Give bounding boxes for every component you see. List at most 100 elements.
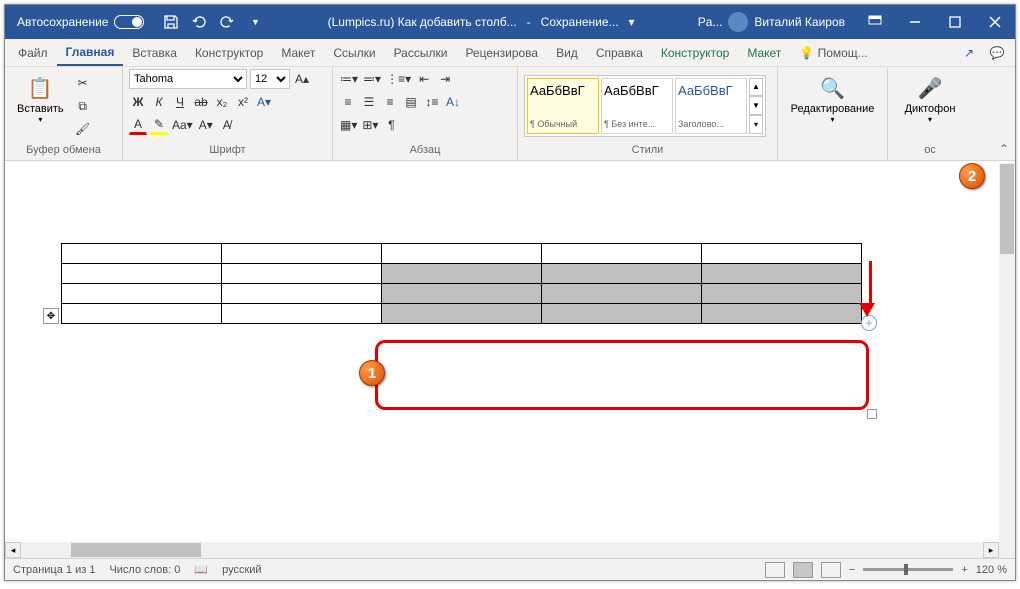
text-effects-icon[interactable]: A▾ [255,92,273,112]
undo-icon[interactable] [190,13,208,31]
tab-layout[interactable]: Макет [272,41,324,65]
saving-status: Сохранение... [541,15,619,29]
tab-review[interactable]: Рецензирова [456,41,547,65]
avatar-icon[interactable] [728,12,748,32]
callout-marker-2: 2 [959,163,985,189]
maximize-button[interactable] [935,5,975,39]
annotation-arrow [865,261,875,317]
shrink-font-icon[interactable]: A▾ [197,115,215,135]
close-button[interactable] [975,5,1015,39]
borders-icon[interactable]: ⊞▾ [361,115,379,135]
group-font-label: Шрифт [129,142,326,160]
justify-icon[interactable]: ▤ [402,92,420,112]
highlight-icon[interactable]: ✎ [150,115,168,135]
ribbon-display-icon[interactable] [855,5,895,39]
page-indicator[interactable]: Страница 1 из 1 [13,564,95,576]
styles-up-icon[interactable]: ▲ [749,78,763,97]
print-layout-icon[interactable] [793,562,813,578]
superscript-button[interactable]: x² [234,92,252,112]
add-column-icon[interactable]: + [861,315,877,331]
style-no-spacing[interactable]: АаБбВвГ¶ Без инте... [601,78,673,134]
paste-button[interactable]: 📋 Вставить▾ [11,69,70,128]
tab-table-layout[interactable]: Макет [738,41,790,65]
bullets-icon[interactable]: ≔▾ [339,69,359,89]
autosave-toggle[interactable]: Автосохранение [5,15,152,29]
tab-insert[interactable]: Вставка [123,41,186,65]
strike-button[interactable]: ab [192,92,210,112]
app-name-short: Pa... [698,15,723,29]
group-styles-label: Стили [524,142,771,160]
bold-button[interactable]: Ж [129,92,147,112]
zoom-in-button[interactable]: + [961,564,967,576]
align-left-icon[interactable]: ≡ [339,92,357,112]
comments-icon[interactable]: 💬 [983,41,1011,65]
minimize-button[interactable] [895,5,935,39]
word-count[interactable]: Число слов: 0 [109,564,180,576]
sort-icon[interactable]: A↓ [444,92,462,112]
multilevel-icon[interactable]: ⋮≡▾ [385,69,412,89]
table-move-handle-icon[interactable]: ✥ [43,308,59,324]
styles-down-icon[interactable]: ▼ [749,96,763,115]
scroll-left-icon[interactable]: ◂ [5,542,21,558]
tab-view[interactable]: Вид [547,41,587,65]
shading-icon[interactable]: ▦▾ [339,115,358,135]
annotation-selection-box [375,340,869,410]
ribbon-tabs: Файл Главная Вставка Конструктор Макет С… [5,39,1015,67]
numbering-icon[interactable]: ≕▾ [362,69,382,89]
font-size-combo[interactable]: 12 [250,69,290,89]
styles-more-icon[interactable]: ▾ [749,115,763,134]
tab-table-design[interactable]: Конструктор [652,41,738,65]
ribbon: 📋 Вставить▾ ✂ ⧉ 🖌 Буфер обмена Tahoma 12… [5,67,1015,161]
save-icon[interactable] [162,13,180,31]
underline-button[interactable]: Ч [171,92,189,112]
clear-formatting-icon[interactable]: A̸ [218,115,236,135]
editing-button[interactable]: 🔍 Редактирование▾ [785,69,881,128]
format-painter-icon[interactable]: 🖌 [74,119,92,139]
italic-button[interactable]: К [150,92,168,112]
vertical-scrollbar[interactable] [999,163,1015,558]
tab-file[interactable]: Файл [9,41,57,65]
grow-font-icon[interactable]: A▴ [293,69,311,89]
tab-home[interactable]: Главная [57,40,124,66]
share-icon[interactable]: ↗ [955,41,983,65]
web-layout-icon[interactable] [821,562,841,578]
horizontal-scrollbar[interactable]: ◂ ▸ [5,542,999,558]
clipboard-icon: 📋 [25,73,55,103]
styles-gallery[interactable]: АаБбВвГ¶ Обычный АаБбВвГ¶ Без инте... Аа… [524,75,766,137]
tab-mailings[interactable]: Рассылки [385,41,457,65]
font-name-combo[interactable]: Tahoma [129,69,247,89]
zoom-slider[interactable] [863,568,953,571]
increase-indent-icon[interactable]: ⇥ [436,69,454,89]
table-resize-handle-icon[interactable] [867,409,877,419]
callout-marker-1: 1 [359,360,385,386]
copy-icon[interactable]: ⧉ [74,96,92,116]
zoom-out-button[interactable]: − [849,564,855,576]
style-normal[interactable]: АаБбВвГ¶ Обычный [527,78,599,134]
tab-help[interactable]: Справка [587,41,652,65]
read-mode-icon[interactable] [765,562,785,578]
tab-tell-me[interactable]: 💡 Помощ... [790,41,876,65]
spellcheck-icon[interactable]: 📖 [194,563,208,576]
language-indicator[interactable]: русский [222,564,261,576]
scroll-right-icon[interactable]: ▸ [983,542,999,558]
qat-dropdown-icon[interactable]: ▼ [246,13,264,31]
tab-references[interactable]: Ссылки [324,41,384,65]
title-bar: Автосохранение ▼ (Lumpics.ru) Как добави… [5,5,1015,39]
collapse-ribbon-icon[interactable]: ⌃ [999,142,1009,156]
decrease-indent-icon[interactable]: ⇤ [415,69,433,89]
align-right-icon[interactable]: ≡ [381,92,399,112]
font-color-icon[interactable]: A [129,115,147,135]
align-center-icon[interactable]: ☰ [360,92,378,112]
line-spacing-icon[interactable]: ↕≡ [423,92,441,112]
zoom-level[interactable]: 120 % [976,564,1007,576]
subscript-button[interactable]: x₂ [213,92,231,112]
style-heading[interactable]: АаБбВвГЗаголово... [675,78,747,134]
document-table[interactable] [61,243,862,324]
redo-icon[interactable] [218,13,236,31]
change-case-icon[interactable]: Aa▾ [171,115,194,135]
dictate-button[interactable]: 🎤 Диктофон▾ [899,69,962,128]
document-area[interactable]: ✥ 1 + 2 ◂ ▸ [5,163,1015,558]
cut-icon[interactable]: ✂ [74,73,92,93]
show-marks-icon[interactable]: ¶ [382,115,400,135]
tab-design[interactable]: Конструктор [186,41,272,65]
